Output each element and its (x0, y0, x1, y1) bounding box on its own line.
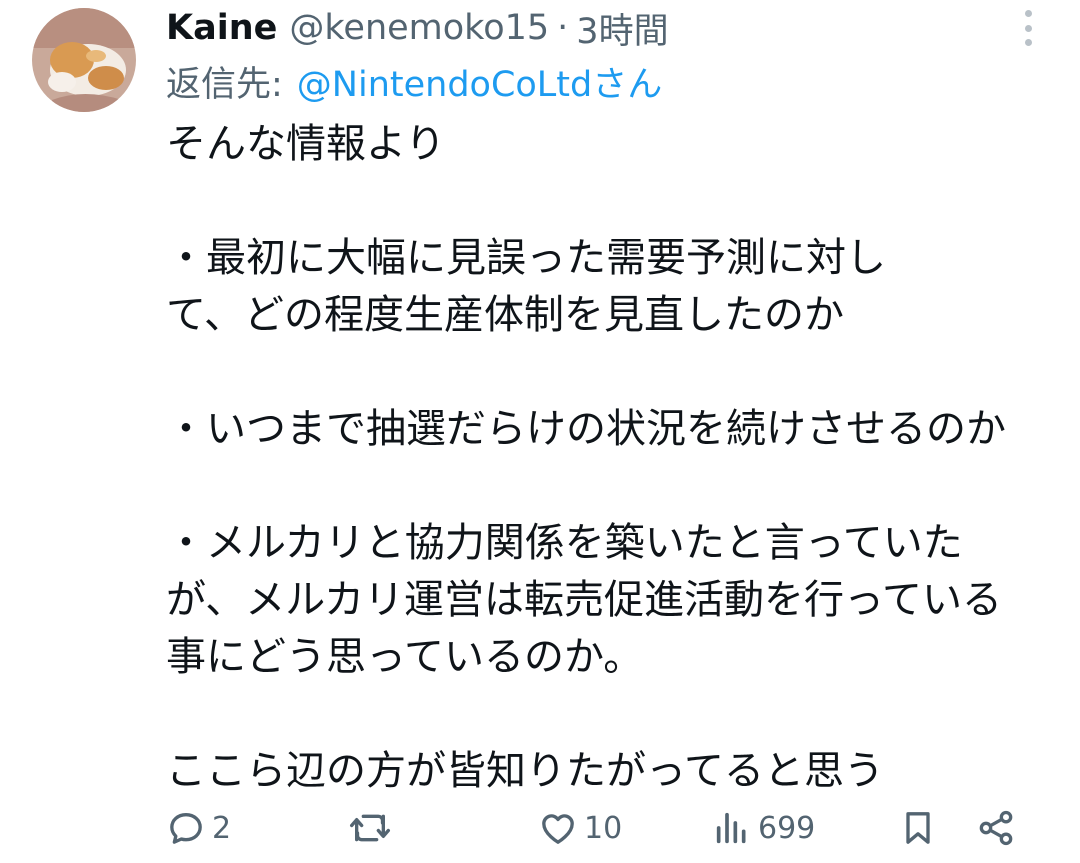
more-vertical-icon[interactable] (1016, 10, 1040, 46)
bookmark-icon (906, 812, 930, 844)
like-button[interactable]: 10 (538, 800, 622, 856)
views-icon (716, 812, 746, 844)
author-name[interactable]: Kaine (166, 8, 277, 48)
reply-count: 2 (212, 810, 232, 846)
share-button[interactable] (976, 800, 1016, 856)
reply-to-user-link[interactable]: @NintendoCoLtdさん (297, 56, 662, 107)
views-count: 699 (758, 810, 816, 846)
bookmark-button[interactable] (898, 800, 938, 856)
like-count: 10 (584, 810, 623, 846)
more-dot (1024, 39, 1032, 46)
reply-icon (170, 813, 202, 844)
share-icon (979, 810, 1013, 846)
tweet-time[interactable]: 3時間 (576, 3, 668, 54)
retweet-icon (349, 814, 390, 842)
action-bar: 2 10 699 (166, 800, 1036, 856)
reply-to-label: 返信先: (166, 64, 283, 105)
retweet-button[interactable] (348, 800, 392, 856)
avatar[interactable] (32, 8, 136, 112)
cat-avatar-image (32, 8, 136, 112)
tweet-header: Kaine @kenemoko15 · 3時間 (166, 4, 669, 52)
author-handle[interactable]: @kenemoko15 (289, 8, 549, 48)
heart-icon (542, 814, 574, 844)
tweet-text: そんな情報より ・最初に大幅に見誤った需要予測に対し て、どの程度生産体制を見直… (166, 121, 1006, 794)
header-separator: · (557, 8, 569, 48)
views-button[interactable]: 699 (712, 800, 815, 856)
more-dot (1024, 24, 1032, 32)
reply-to-line: 返信先: @NintendoCoLtdさん (166, 56, 662, 106)
more-dot (1024, 10, 1032, 17)
reply-button[interactable]: 2 (166, 800, 231, 856)
